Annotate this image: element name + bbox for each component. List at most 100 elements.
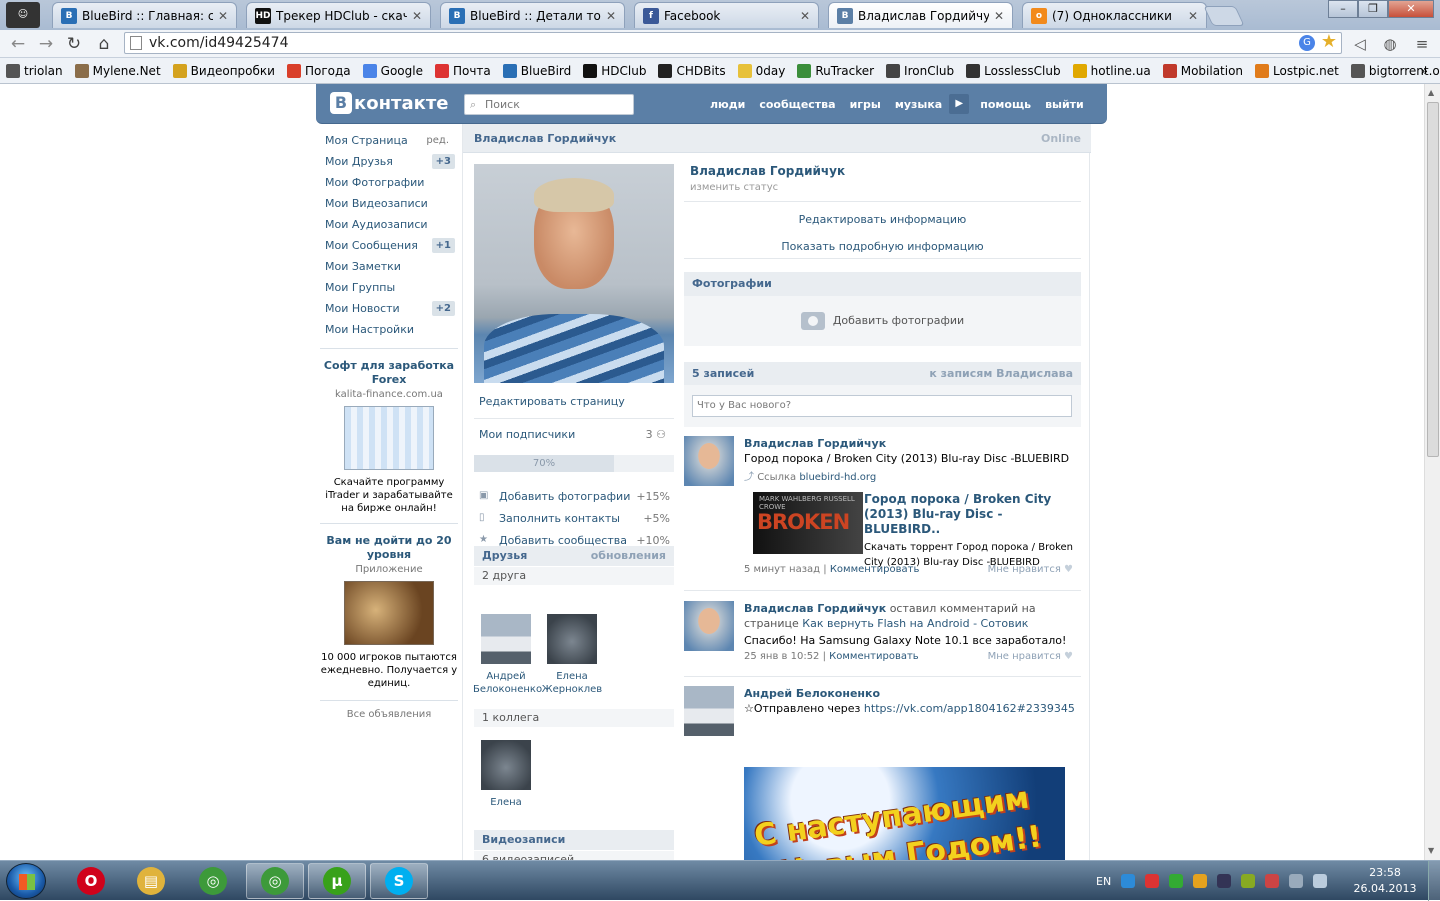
colleague-avatar[interactable]	[481, 740, 531, 790]
post-author[interactable]: Андрей Белоконенко	[744, 686, 1081, 701]
tab-close-icon[interactable]: ✕	[218, 9, 228, 23]
post-avatar[interactable]	[684, 601, 734, 651]
tray-check-icon[interactable]	[1169, 874, 1184, 888]
colleagues-count[interactable]: 1 коллега	[474, 709, 674, 727]
nav-people[interactable]: люди	[703, 98, 752, 111]
volume-icon[interactable]	[1313, 874, 1328, 888]
ad-image[interactable]	[344, 581, 434, 645]
taskbar-app-opera[interactable]: O	[62, 863, 120, 899]
system-clock[interactable]: 23:58 26.04.2013	[1350, 865, 1420, 897]
ad-image[interactable]	[344, 406, 434, 470]
taskbar-app-chrome[interactable]: ◎	[184, 863, 242, 899]
left-menu-item[interactable]: Мои Новости +2	[316, 298, 462, 319]
friend-first-name[interactable]: Елена	[539, 670, 605, 683]
bookmark-item[interactable]: Lostpic.net	[1255, 63, 1339, 78]
bookmarks-overflow-icon[interactable]: »	[1421, 64, 1428, 78]
post-link[interactable]: bluebird-hd.org	[799, 472, 876, 483]
post-author[interactable]: Владислав Гордийчук	[744, 602, 886, 615]
bookmark-item[interactable]: LosslessClub	[966, 63, 1061, 78]
tray-antivirus-icon[interactable]	[1145, 874, 1160, 888]
friend-last-name[interactable]: Белоконенко	[473, 683, 542, 696]
photos-header[interactable]: Фотографии	[684, 272, 1081, 296]
language-indicator[interactable]: EN	[1096, 875, 1111, 888]
friend-card[interactable]: Елена Жерноклев	[539, 614, 605, 696]
photos-title[interactable]: Фотографии	[692, 277, 772, 290]
ad-title[interactable]: Вам не дойти до 20 уровня	[320, 534, 458, 562]
restore-button[interactable]: ❐	[1358, 0, 1388, 18]
bookmark-star-icon[interactable]: ★	[1321, 32, 1337, 52]
left-menu-badge[interactable]: +1	[431, 238, 455, 253]
scroll-up-icon[interactable]: ▲	[1428, 88, 1434, 97]
subscribers-link[interactable]: Мои подписчики 3 ⚇	[474, 418, 674, 441]
browser-tab[interactable]: B Владислав Гордийчук ✕	[828, 2, 1013, 28]
bookmark-item[interactable]: triolan	[6, 63, 63, 78]
post-avatar[interactable]	[684, 436, 734, 486]
tray-update-icon[interactable]	[1193, 874, 1208, 888]
left-menu-badge[interactable]: +2	[431, 301, 455, 316]
bookmark-item[interactable]: Mobilation	[1162, 63, 1243, 78]
taskbar-app-skype[interactable]: S	[370, 863, 428, 899]
post-avatar[interactable]	[684, 686, 734, 736]
scroll-down-icon[interactable]: ▼	[1428, 846, 1434, 855]
post-time[interactable]: 25 янв в 10:52	[744, 651, 819, 662]
speaker-icon[interactable]: ◁	[1350, 34, 1370, 54]
close-window-button[interactable]: ✕	[1388, 0, 1434, 18]
scroll-thumb[interactable]	[1427, 102, 1439, 457]
play-icon[interactable]: ▶	[949, 94, 970, 114]
colleague-name[interactable]: Елена	[473, 796, 539, 809]
network-icon[interactable]	[1289, 874, 1304, 888]
bookmark-item[interactable]: Mylene.Net	[74, 63, 161, 78]
bookmark-item[interactable]: hotline.ua	[1072, 63, 1151, 78]
left-menu-item[interactable]: Мои Группы	[316, 277, 462, 298]
wall-link[interactable]: к записям Владислава	[929, 362, 1073, 386]
friends-count[interactable]: 2 друга	[474, 567, 674, 585]
start-button[interactable]	[6, 863, 46, 899]
profile-photo[interactable]	[474, 164, 674, 383]
edit-info-link[interactable]: Редактировать информацию	[684, 213, 1081, 226]
browser-tab[interactable]: HD Трекер HDClub - скачать ✕	[246, 2, 431, 28]
post-time[interactable]: 5 минут назад	[744, 564, 820, 575]
home-icon[interactable]: ⌂	[92, 32, 116, 56]
colleague-card[interactable]: Елена	[473, 740, 539, 809]
vk-logo[interactable]: В контакте	[330, 92, 448, 114]
page-scrollbar[interactable]: ▲ ▼	[1424, 84, 1440, 860]
all-ads-link[interactable]: Все объявления	[320, 700, 458, 720]
reload-icon[interactable]: ↻	[62, 32, 86, 56]
bookmark-item[interactable]: BlueBird	[502, 63, 571, 78]
browser-tab[interactable]: o (7) Одноклассники ✕	[1022, 2, 1207, 28]
left-menu-item[interactable]: Мои Фотографии	[316, 172, 462, 193]
comment-button[interactable]: Комментировать	[830, 564, 920, 575]
ad-title[interactable]: Софт для заработка Forex	[320, 359, 458, 387]
friend-avatar[interactable]	[547, 614, 597, 664]
friend-avatar[interactable]	[481, 614, 531, 664]
videos-header[interactable]: Видеозаписи	[474, 830, 674, 850]
status-edit-link[interactable]: изменить статус	[690, 182, 778, 193]
taskbar-app-chrome-running[interactable]: ◎	[246, 863, 304, 899]
attachment-title[interactable]: Город порока / Broken City (2013) Blu-ra…	[864, 492, 1074, 537]
edit-page-link[interactable]: Редактировать страницу	[474, 395, 674, 408]
like-button[interactable]: Мне нравится ♥	[988, 564, 1073, 575]
show-info-link[interactable]: Показать подробную информацию	[684, 240, 1081, 253]
tab-close-icon[interactable]: ✕	[606, 9, 616, 23]
friends-title[interactable]: Друзья	[482, 549, 527, 562]
left-menu-item[interactable]: Мои Настройки	[316, 319, 462, 340]
taskbar-app-explorer[interactable]: ▤	[122, 863, 180, 899]
vk-search-input[interactable]: ⌕ Поиск	[464, 94, 634, 115]
attachment-thumbnail[interactable]: MARK WAHLBERG RUSSELL CROWE BROKEN	[753, 492, 863, 554]
sent-via-link[interactable]: https://vk.com/app1804162#2339345	[864, 702, 1075, 715]
bookmark-item[interactable]: IronClub	[886, 63, 954, 78]
nav-help[interactable]: помощь	[973, 98, 1038, 111]
friends-header[interactable]: Друзья обновления	[474, 546, 674, 566]
tab-close-icon[interactable]: ✕	[1188, 9, 1198, 23]
nav-music[interactable]: музыка	[888, 98, 949, 111]
bookmark-item[interactable]: Google	[362, 63, 423, 78]
profile-task[interactable]: ▣ Добавить фотографии +15%	[479, 490, 674, 503]
left-menu-item[interactable]: Мои Сообщения +1	[316, 235, 462, 256]
bookmark-item[interactable]: CHDBits	[658, 63, 726, 78]
wall-header[interactable]: 5 записей к записям Владислава	[684, 362, 1081, 386]
show-desktop-button[interactable]	[1428, 861, 1440, 901]
back-icon[interactable]: ←	[6, 32, 30, 56]
nav-communities[interactable]: сообщества	[752, 98, 842, 111]
browser-tab[interactable]: f Facebook ✕	[634, 2, 819, 28]
globe-icon[interactable]: ◍	[1380, 34, 1400, 54]
